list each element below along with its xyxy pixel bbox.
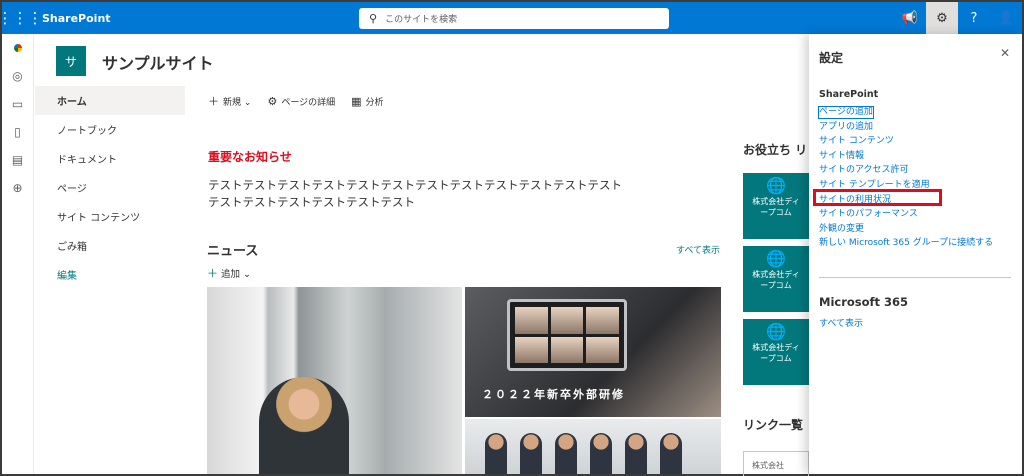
settings-link-site-permissions[interactable]: サイトのアクセス許可: [819, 163, 993, 178]
add-news-button[interactable]: ＋追加 ⌄: [207, 265, 251, 281]
nav-edit-link[interactable]: 編集: [35, 260, 185, 289]
suite-bar: ⋮⋮⋮ SharePoint ⚲ このサイトを検索 📢 ⚙ ? 👤: [0, 2, 1022, 34]
news-image-office[interactable]: [207, 287, 462, 474]
settings-link-site-info[interactable]: サイト情報: [819, 149, 993, 164]
notice-body: テストテストテストテストテストテストテストテストテストテストテストテスト テスト…: [208, 177, 728, 211]
globe-icon: 🌐: [766, 176, 786, 195]
settings-link-change-look[interactable]: 外観の変更: [819, 222, 993, 237]
chevron-down-icon: ⌄: [243, 98, 252, 108]
analytics-button[interactable]: ▦ 分析: [351, 95, 383, 108]
nav-item-site-contents[interactable]: サイト コンテンツ: [35, 202, 185, 231]
highlight-box: [813, 189, 942, 206]
globe-icon: 🌐: [766, 249, 786, 268]
news-image-group[interactable]: [465, 419, 721, 474]
news-icon[interactable]: ▭: [2, 90, 33, 118]
settings-section-m365: Microsoft 365: [819, 295, 909, 309]
nav-item-pages[interactable]: ページ: [35, 173, 185, 202]
search-box[interactable]: ⚲ このサイトを検索: [359, 8, 669, 29]
app-bar: ◎ ▭ ▯ ▤ ⊕: [2, 34, 34, 474]
page-details-button[interactable]: ⚙ ページの詳細: [267, 95, 335, 108]
search-icon: ⚲: [369, 12, 378, 25]
gear-icon: ⚙: [267, 94, 278, 108]
settings-links: ページの追加 アプリの追加 サイト コンテンツ サイト情報 サイトのアクセス許可…: [818, 105, 993, 251]
notice-line-1: テストテストテストテストテストテストテストテストテストテストテストテスト: [208, 178, 622, 192]
settings-section-sharepoint: SharePoint: [819, 89, 879, 100]
sharepoint-logo-icon[interactable]: [2, 34, 33, 62]
left-navigation: ホーム ノートブック ドキュメント ページ サイト コンテンツ ごみ箱 編集: [35, 86, 185, 289]
settings-link-site-contents[interactable]: サイト コンテンツ: [819, 134, 993, 149]
brand-label[interactable]: SharePoint: [42, 12, 111, 25]
settings-link-add-page[interactable]: ページの追加: [818, 106, 874, 119]
news-card-training[interactable]: ２０２２年新卒外部研修: [465, 287, 721, 417]
app-launcher-icon[interactable]: ⋮⋮⋮: [0, 2, 43, 34]
suite-bar-actions: 📢 ⚙ ? 👤: [894, 2, 1022, 34]
quick-link-tile[interactable]: 🌐 株式会社ディ ープコム: [743, 319, 809, 385]
notice-line-2: テストテストテストテストテストテスト: [208, 195, 415, 209]
settings-title: 設定: [819, 51, 844, 65]
quick-link-tile[interactable]: 🌐 株式会社ディ ープコム: [743, 246, 809, 312]
new-button[interactable]: ＋新規 ⌄: [208, 93, 251, 109]
settings-link-add-app[interactable]: アプリの追加: [819, 120, 993, 135]
nav-item-documents[interactable]: ドキュメント: [35, 144, 185, 173]
site-logo[interactable]: サ: [56, 46, 86, 76]
news-image-person: [259, 377, 349, 474]
nav-item-notebook[interactable]: ノートブック: [35, 115, 185, 144]
command-bar: ＋新規 ⌄ ⚙ ページの詳細 ▦ 分析: [208, 93, 384, 109]
gear-icon[interactable]: ⚙: [926, 2, 958, 34]
close-icon[interactable]: ✕: [1000, 46, 1010, 60]
plus-icon: ＋: [208, 95, 219, 108]
link-list-item[interactable]: 株式会社: [743, 451, 809, 476]
megaphone-icon[interactable]: 📢: [894, 2, 926, 34]
settings-divider: [819, 277, 1011, 278]
plus-icon: ＋: [207, 267, 218, 280]
quick-link-tile[interactable]: 🌐 株式会社ディ ープコム: [743, 173, 809, 239]
search-placeholder: このサイトを検索: [385, 15, 458, 25]
settings-panel: 設定 ✕ SharePoint ページの追加 アプリの追加 サイト コンテンツ …: [809, 34, 1022, 474]
person-icon[interactable]: 👤: [990, 2, 1022, 34]
help-icon[interactable]: ?: [958, 2, 990, 34]
news-card-title: ２０２２年新卒外部研修: [482, 388, 625, 401]
settings-link-connect-group[interactable]: 新しい Microsoft 365 グループに接続する: [819, 236, 993, 251]
settings-link-site-performance[interactable]: サイトのパフォーマンス: [819, 207, 993, 222]
globe-icon[interactable]: ◎: [2, 62, 33, 90]
chart-icon: ▦: [351, 94, 362, 108]
site-title[interactable]: サンプルサイト: [102, 50, 214, 74]
link-list-heading: リンク一覧: [743, 418, 804, 432]
m365-show-all-link[interactable]: すべて表示: [819, 316, 863, 329]
list-icon[interactable]: ▤: [2, 146, 33, 174]
create-icon[interactable]: ⊕: [2, 174, 33, 202]
nav-item-home[interactable]: ホーム: [35, 86, 185, 115]
news-show-all-link[interactable]: すべて表示: [676, 243, 720, 256]
file-icon[interactable]: ▯: [2, 118, 33, 146]
chevron-down-icon: ⌄: [243, 269, 252, 280]
quick-links-heading: お役立ち リ: [743, 143, 808, 157]
nav-item-recycle-bin[interactable]: ごみ箱: [35, 231, 185, 260]
globe-icon: 🌐: [766, 322, 786, 341]
news-heading: ニュース: [207, 244, 259, 259]
laptop-video-call-image: [507, 299, 627, 371]
notice-heading: 重要なお知らせ: [208, 150, 292, 164]
